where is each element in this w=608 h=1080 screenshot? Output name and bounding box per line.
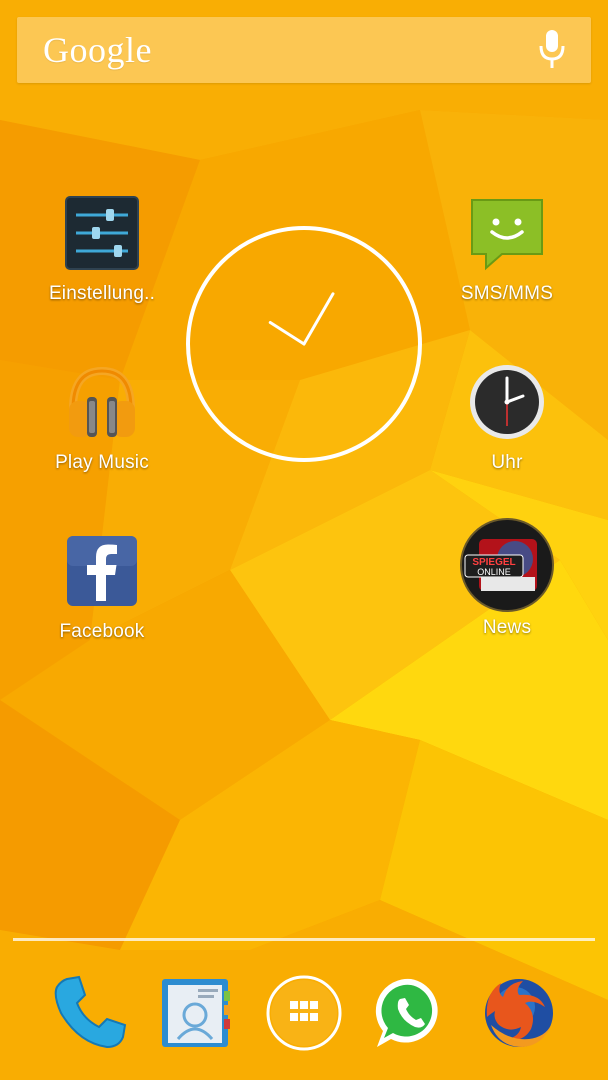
headphones-icon [60,360,144,444]
app-play-music[interactable]: Play Music [22,360,182,474]
whatsapp-icon [375,978,438,1047]
app-news[interactable]: SPIEGEL ONLINE News [427,517,587,639]
app-label: Uhr [491,452,523,473]
contacts-icon [162,979,230,1047]
phone-icon [54,975,127,1049]
microphone-icon[interactable] [537,28,567,72]
google-search-bar[interactable]: Google [17,17,591,83]
app-label: Facebook [59,621,145,642]
google-logo: Google [43,30,152,70]
app-facebook[interactable]: Facebook [22,529,182,643]
settings-sliders-icon [60,191,144,275]
clock-icon [465,360,549,444]
minute-hand [302,292,335,346]
app-drawer-icon [266,975,342,1051]
dock-contacts[interactable] [151,968,241,1058]
dock-divider [13,938,595,941]
app-settings[interactable]: Einstellung.. [22,191,182,305]
smiley-message-icon [465,191,549,275]
app-label: Einstellung.. [48,283,156,304]
app-label: SMS/MMS [460,283,554,304]
dock-firefox[interactable] [474,968,564,1058]
app-label: News [482,617,532,638]
firefox-icon [485,979,553,1047]
dock-phone[interactable] [44,968,134,1058]
hour-hand [268,321,306,346]
app-sms-mms[interactable]: SMS/MMS [427,191,587,305]
app-clock[interactable]: Uhr [427,360,587,474]
dock-whatsapp[interactable] [366,968,456,1058]
analog-clock-widget[interactable] [185,225,423,463]
dock-app-drawer[interactable] [259,968,349,1058]
spiegel-online-icon: SPIEGEL ONLINE [459,517,555,613]
app-label: Play Music [55,452,149,473]
facebook-icon [60,529,144,613]
online-text: ONLINE [477,567,511,577]
dock [0,968,608,1058]
